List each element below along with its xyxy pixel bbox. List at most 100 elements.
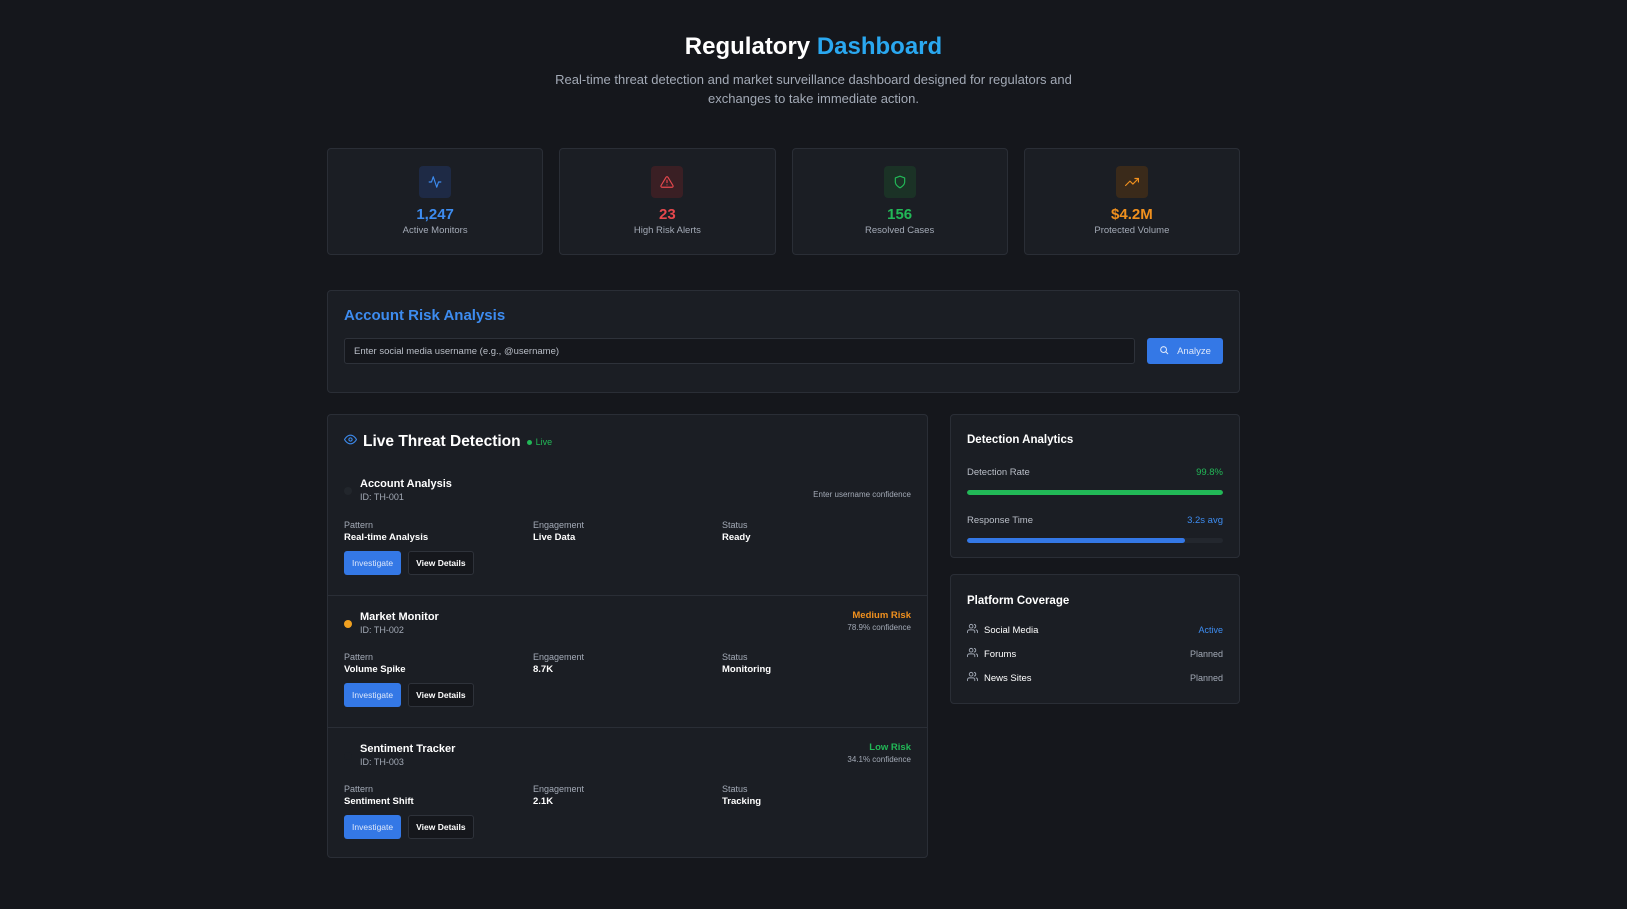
users-icon bbox=[967, 671, 979, 685]
stat-label: Protected Volume bbox=[1094, 225, 1170, 236]
threat-item-confidence: 34.1% confidence bbox=[847, 755, 911, 764]
users-icon bbox=[967, 647, 979, 661]
progress-track bbox=[967, 490, 1223, 495]
view-details-button[interactable]: View Details bbox=[408, 815, 474, 839]
platform-name: Social Media bbox=[984, 624, 1039, 636]
stat-card-high-risk-alerts: 23 High Risk Alerts bbox=[559, 148, 776, 255]
threat-item-market-monitor: Market Monitor ID: TH-002 Medium Risk 78… bbox=[328, 595, 927, 727]
status-label: Status bbox=[722, 652, 748, 662]
risk-analysis-title: Account Risk Analysis bbox=[344, 307, 506, 324]
engagement-label: Engagement bbox=[533, 652, 585, 662]
platform-row-social-media: Social Media Active bbox=[967, 618, 1223, 642]
platform-name: News Sites bbox=[984, 672, 1032, 684]
stat-value: 156 bbox=[887, 206, 913, 223]
threat-item-risk-level: Low Risk bbox=[869, 742, 911, 753]
engagement-value: 2.1K bbox=[533, 796, 554, 807]
shield-icon bbox=[883, 166, 916, 198]
page-header: Regulatory Dashboard Real-time threat de… bbox=[0, 0, 1627, 108]
eye-icon bbox=[344, 433, 357, 451]
page-subtitle: Real-time threat detection and market su… bbox=[555, 72, 1072, 106]
trending-up-icon bbox=[1115, 166, 1148, 198]
live-label: Live bbox=[535, 437, 553, 447]
pattern-value: Real-time Analysis bbox=[344, 532, 429, 543]
progress-fill bbox=[967, 490, 1223, 495]
platform-coverage-panel: Platform Coverage Social Media Active Fo… bbox=[950, 574, 1240, 704]
threat-item-name: Account Analysis bbox=[360, 478, 452, 490]
status-label: Status bbox=[722, 784, 748, 794]
threat-item-name: Sentiment Tracker bbox=[360, 743, 456, 755]
engagement-value: 8.7K bbox=[533, 664, 554, 675]
stat-card-active-monitors: 1,247 Active Monitors bbox=[327, 148, 544, 255]
platform-status: Active bbox=[1198, 625, 1223, 635]
stat-card-resolved-cases: 156 Resolved Cases bbox=[791, 148, 1008, 255]
platform-status: Planned bbox=[1189, 673, 1223, 683]
pattern-label: Pattern bbox=[344, 652, 374, 662]
pattern-value: Sentiment Shift bbox=[344, 796, 414, 807]
activity-icon bbox=[419, 166, 452, 198]
progress-fill bbox=[967, 538, 1185, 543]
investigate-button[interactable]: Investigate bbox=[344, 815, 402, 839]
analyze-button[interactable]: Analyze bbox=[1147, 338, 1223, 364]
status-value: Ready bbox=[722, 532, 751, 543]
pattern-label: Pattern bbox=[344, 520, 374, 530]
view-details-button[interactable]: View Details bbox=[408, 683, 474, 707]
progress-track bbox=[967, 538, 1223, 543]
engagement-label: Engagement bbox=[533, 784, 585, 794]
platform-row-forums: Forums Planned bbox=[967, 642, 1223, 666]
search-icon bbox=[1159, 345, 1169, 358]
stat-label: High Risk Alerts bbox=[633, 225, 701, 236]
status-label: Status bbox=[722, 520, 748, 530]
investigate-button[interactable]: Investigate bbox=[344, 683, 402, 707]
pattern-value: Volume Spike bbox=[344, 664, 406, 675]
page-title: Regulatory Dashboard bbox=[0, 32, 1627, 62]
threat-item-id: ID: TH-003 bbox=[360, 757, 404, 767]
metric-response-time: Response Time 3.2s avg bbox=[967, 515, 1223, 543]
metric-detection-rate: Detection Rate 99.8% bbox=[967, 467, 1223, 495]
threat-item-id: ID: TH-002 bbox=[360, 625, 404, 635]
stat-value: $4.2M bbox=[1111, 206, 1153, 223]
platform-row-news-sites: News Sites Planned bbox=[967, 666, 1223, 690]
threat-item-account-analysis: Account Analysis ID: TH-001 Enter userna… bbox=[328, 463, 927, 595]
platform-status: Planned bbox=[1189, 649, 1223, 659]
threat-item-risk-level: Medium Risk bbox=[852, 610, 911, 621]
stats-row: 1,247 Active Monitors 23 High Risk Alert… bbox=[327, 148, 1240, 255]
investigate-button[interactable]: Investigate bbox=[344, 551, 402, 575]
stat-value: 1,247 bbox=[416, 206, 454, 223]
users-icon bbox=[967, 623, 979, 637]
metric-value: 99.8% bbox=[1196, 467, 1223, 478]
threat-item-confidence: Enter username confidence bbox=[813, 490, 911, 499]
metric-label: Response Time bbox=[967, 515, 1034, 526]
platform-coverage-title: Platform Coverage bbox=[967, 595, 1070, 607]
risk-status-dot bbox=[344, 486, 352, 495]
stat-label: Resolved Cases bbox=[865, 225, 935, 236]
threat-detection-title: Live Threat Detection bbox=[363, 433, 521, 450]
threat-item-id: ID: TH-001 bbox=[360, 492, 404, 502]
threat-item-sentiment-tracker: Sentiment Tracker ID: TH-003 Low Risk 34… bbox=[328, 727, 927, 859]
stat-value: 23 bbox=[659, 206, 676, 223]
page-title-accent: Dashboard bbox=[816, 33, 943, 60]
live-indicator-dot bbox=[526, 439, 532, 445]
status-value: Tracking bbox=[722, 796, 762, 807]
platform-name: Forums bbox=[984, 648, 1017, 660]
threat-item-name: Market Monitor bbox=[360, 611, 439, 623]
stat-card-protected-volume: $4.2M Protected Volume bbox=[1023, 148, 1240, 255]
detection-analytics-panel: Detection Analytics Detection Rate 99.8%… bbox=[950, 414, 1240, 558]
metric-label: Detection Rate bbox=[967, 467, 1030, 478]
stat-label: Active Monitors bbox=[402, 225, 468, 236]
account-risk-analysis-panel: Account Risk Analysis Analyze bbox=[327, 290, 1240, 393]
status-value: Monitoring bbox=[722, 664, 772, 675]
risk-status-dot bbox=[344, 619, 352, 628]
metric-value: 3.2s avg bbox=[1187, 515, 1223, 526]
warning-triangle-icon bbox=[651, 166, 684, 198]
detection-analytics-title: Detection Analytics bbox=[967, 434, 1074, 446]
engagement-label: Engagement bbox=[533, 520, 585, 530]
engagement-value: Live Data bbox=[533, 532, 576, 543]
username-input[interactable] bbox=[344, 338, 1135, 364]
view-details-button[interactable]: View Details bbox=[408, 551, 474, 575]
live-threat-detection-panel: Live Threat Detection Live Account Analy… bbox=[327, 414, 928, 858]
analyze-button-label: Analyze bbox=[1177, 345, 1211, 357]
pattern-label: Pattern bbox=[344, 784, 374, 794]
page-title-main: Regulatory bbox=[684, 33, 811, 60]
risk-status-dot bbox=[344, 751, 352, 760]
threat-item-confidence: 78.9% confidence bbox=[847, 623, 911, 632]
